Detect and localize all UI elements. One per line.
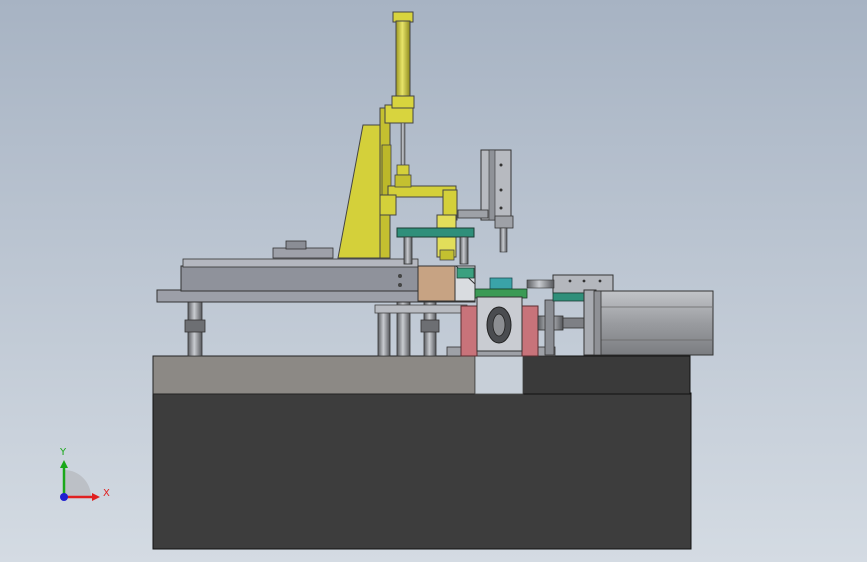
support-leg-foot bbox=[184, 319, 206, 333]
bolt-head bbox=[582, 279, 586, 283]
cylinder-cap-bottom bbox=[391, 95, 415, 109]
bolt-head bbox=[568, 279, 572, 283]
triad-y-label: Y bbox=[59, 447, 67, 458]
fixture-post bbox=[459, 236, 469, 265]
triad-z-axis bbox=[60, 493, 68, 501]
green-tab bbox=[456, 267, 475, 279]
bolt-head bbox=[499, 206, 503, 210]
clamp-jaw-right bbox=[521, 305, 539, 357]
green-plate bbox=[396, 227, 475, 238]
press-foot bbox=[439, 249, 455, 261]
bolt-head bbox=[499, 163, 503, 167]
slide-bracket bbox=[457, 209, 489, 219]
fixture-post bbox=[403, 236, 413, 265]
clamp-jaw-left bbox=[460, 305, 478, 357]
press-arm-bracket bbox=[379, 194, 397, 216]
slide-carriage bbox=[494, 215, 514, 229]
vertical-slide-rail bbox=[488, 149, 496, 221]
bolt-head bbox=[598, 279, 602, 283]
table-slot bbox=[272, 247, 334, 259]
base-frame-gap bbox=[474, 355, 524, 395]
support-leg-foot bbox=[420, 319, 440, 333]
base-frame-top-left bbox=[152, 355, 476, 395]
bolt-head bbox=[398, 283, 402, 287]
cylinder-body bbox=[395, 20, 411, 100]
triad-x-label: X bbox=[103, 488, 110, 499]
motor-flange bbox=[593, 290, 602, 356]
motor-body bbox=[594, 290, 714, 356]
clamp-stand bbox=[544, 299, 555, 356]
teal-sensor bbox=[489, 277, 513, 290]
vertical-slide-body bbox=[480, 149, 512, 221]
base-frame-top-right bbox=[522, 355, 691, 395]
spacer-block-tan bbox=[417, 265, 457, 302]
slide-rod bbox=[499, 227, 508, 253]
assembly-drawing[interactable]: X Y bbox=[0, 0, 867, 562]
bearing-inner bbox=[492, 313, 506, 337]
actuator-rod bbox=[526, 279, 555, 289]
bolt-head bbox=[499, 188, 503, 192]
clamp-rod-collar bbox=[562, 317, 586, 329]
support-leg bbox=[377, 305, 391, 357]
actuator-body bbox=[552, 274, 614, 294]
table-slot-tab bbox=[285, 240, 307, 250]
base-frame bbox=[152, 355, 692, 550]
table-plate-upper bbox=[180, 265, 420, 292]
table-plate-top bbox=[182, 258, 419, 268]
bolt-head bbox=[398, 274, 402, 278]
cylinder-rod-end bbox=[396, 164, 410, 176]
cylinder-coupler bbox=[394, 174, 412, 188]
base-frame-lower bbox=[152, 392, 692, 550]
guide-rail bbox=[374, 304, 468, 314]
cad-viewport[interactable]: X Y bbox=[0, 0, 867, 562]
